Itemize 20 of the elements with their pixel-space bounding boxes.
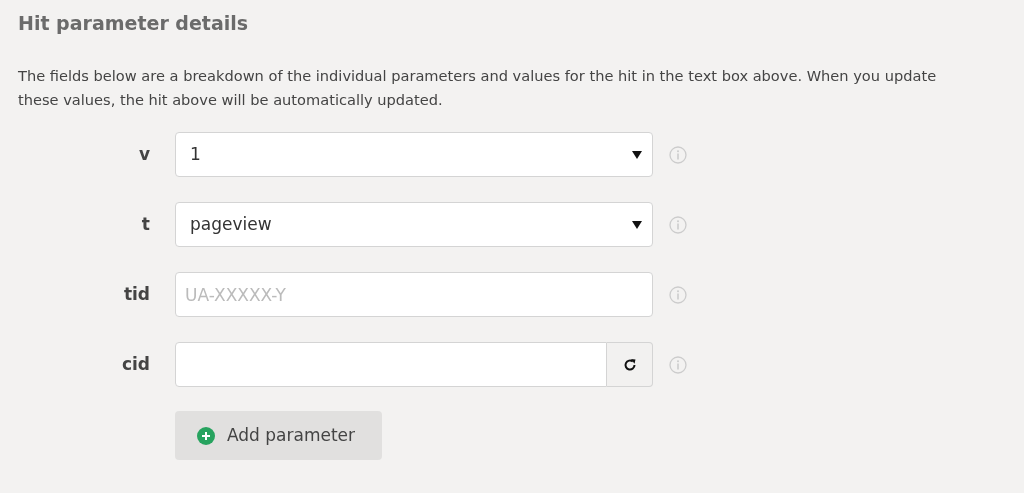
info-icon[interactable] <box>669 285 687 304</box>
add-icon <box>197 426 215 445</box>
description-text: The fields below are a breakdown of the individual parameters and values for the hit in the text box above. When you update these values, the hit above will be automatically updated. <box>18 66 938 110</box>
input-field[interactable] <box>175 342 607 387</box>
add-parameter-button[interactable]: Add parameter <box>175 411 382 460</box>
dropdown-arrow-icon <box>632 150 642 159</box>
parameter-label: v <box>138 142 150 166</box>
parameter-label: t <box>141 212 150 236</box>
section-title: Hit parameter details <box>18 11 250 36</box>
input-field[interactable]: UA-XXXXX-Y <box>175 272 653 317</box>
parameter-label: cid <box>121 352 150 376</box>
select-field[interactable]: 1 <box>175 132 653 177</box>
select-field[interactable]: pageview <box>175 202 653 247</box>
info-icon[interactable] <box>669 355 687 374</box>
refresh-button[interactable] <box>607 342 653 387</box>
info-icon[interactable] <box>669 215 687 234</box>
info-icon[interactable] <box>669 145 687 164</box>
dropdown-arrow-icon <box>632 220 642 229</box>
parameter-label: tid <box>123 282 150 306</box>
refresh-icon <box>622 357 637 372</box>
